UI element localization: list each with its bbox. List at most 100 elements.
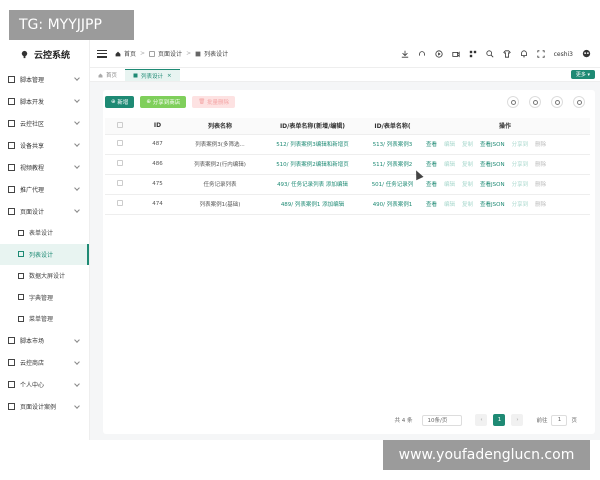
sidebar-subitem-3[interactable]: 字典管理 (0, 287, 89, 309)
cell-id: 486 (135, 154, 180, 175)
close-icon[interactable]: × (167, 73, 172, 79)
list-card: ⊕ 新增 ⊕ 分享到商店 🗑 批量删除 ID 列表名称 ID/表单名称(新增/编… (103, 90, 595, 434)
community-icon (8, 119, 15, 127)
sidebar-item-1[interactable]: 云控商店 (0, 352, 89, 374)
search-icon[interactable] (485, 50, 494, 58)
share-button[interactable]: 分享到 (512, 202, 529, 208)
delete-button[interactable]: 删除 (535, 142, 546, 148)
batch-delete-button[interactable]: 🗑 批量删除 (192, 96, 235, 108)
share-button[interactable]: 分享到 (512, 162, 529, 168)
col-id: ID (135, 118, 180, 135)
view-button[interactable]: 查看 (426, 142, 437, 148)
share-button[interactable]: 分享到 (512, 182, 529, 188)
sidebar-item-3[interactable]: 设备共享 (0, 134, 89, 156)
menu-icon (18, 315, 24, 322)
view-button[interactable]: 查看 (426, 182, 437, 188)
prev-page-button[interactable]: ‹ (475, 414, 488, 426)
header-checkbox[interactable] (105, 118, 135, 135)
delete-button[interactable]: 删除 (535, 202, 546, 208)
page-size-select[interactable]: 10条/页 (422, 414, 463, 426)
video-icon[interactable] (451, 50, 460, 58)
promote-icon (8, 185, 15, 193)
add-button[interactable]: ⊕ 新增 (105, 96, 135, 108)
sidebar-item-4[interactable]: 视频教程 (0, 156, 89, 178)
sidebar-item-1[interactable]: 脚本开发 (0, 90, 89, 112)
goto-input[interactable]: 1 (551, 414, 568, 426)
settings-icon[interactable] (529, 96, 541, 108)
sidebar-item-0[interactable]: 脚本管理 (0, 68, 89, 90)
view-json-button[interactable]: 查看JSON (480, 182, 505, 188)
breadcrumb-home[interactable]: 首页 (124, 49, 136, 58)
row-checkbox[interactable] (105, 154, 135, 175)
cell-form-view: 513/ 列表案例3 (365, 134, 420, 155)
sidebar-item-3[interactable]: 页面设计案例 (0, 396, 89, 418)
search-icon[interactable] (573, 96, 585, 108)
sidebar-subitem-0[interactable]: 表单设计 (0, 222, 89, 244)
edit-button[interactable]: 编辑 (444, 182, 455, 188)
store-icon (8, 359, 15, 366)
tab-bar: 首页 列表设计 × 更多 ▾ (90, 68, 600, 82)
view-button[interactable]: 查看 (426, 202, 437, 208)
sidebar-item-6[interactable]: 页面设计 (0, 200, 89, 222)
tab-home[interactable]: 首页 (90, 69, 125, 81)
view-json-button[interactable]: 查看JSON (480, 162, 505, 168)
refresh-icon[interactable] (507, 96, 519, 108)
headset-icon[interactable] (418, 50, 426, 58)
cell-list-name: 任务记录列表 (180, 174, 260, 195)
copy-button[interactable]: 复制 (462, 202, 473, 208)
next-page-button[interactable]: › (511, 414, 524, 426)
cell-list-name: 列表案例3(多筛选... (180, 134, 260, 155)
copy-button[interactable]: 复制 (462, 182, 473, 188)
sidebar-subitem-2[interactable]: 数据大屏设计 (0, 265, 89, 287)
bell-icon[interactable] (520, 50, 528, 58)
cell-form-edit: 510/ 列表案例2编辑和新增页 (260, 154, 365, 175)
table-row: 487 列表案例3(多筛选... 512/ 列表案例3编辑和新增页 513/ 列表案例… (105, 134, 590, 155)
delete-button[interactable]: 删除 (535, 162, 546, 168)
username[interactable]: ceshi3 (554, 51, 573, 58)
qrcode-icon[interactable] (469, 50, 477, 58)
row-checkbox[interactable] (105, 194, 135, 215)
form-icon (18, 229, 24, 236)
tab-list-design[interactable]: 列表设计 × (125, 69, 180, 81)
chevron-down-icon (74, 141, 80, 147)
app-window: 云控系统 脚本管理 脚本开发 云控社区 设备共享 视频教程 推广代理 页面设计 表单设计 列表… (0, 40, 600, 440)
chevron-down-icon (74, 119, 80, 125)
page-number-current[interactable]: 1 (493, 414, 506, 426)
view-button[interactable]: 查看 (426, 162, 437, 168)
share-button[interactable]: 分享到 (512, 142, 529, 148)
delete-button[interactable]: 删除 (535, 182, 546, 188)
goto-label: 前往 (536, 418, 548, 424)
fullscreen-icon[interactable] (536, 50, 545, 58)
sidebar-label: 推广代理 (20, 186, 45, 194)
sidebar-subitem-1[interactable]: 列表设计 (0, 243, 89, 265)
edit-button[interactable]: 编辑 (444, 142, 455, 148)
sidebar-item-2[interactable]: 个人中心 (0, 374, 89, 396)
avatar[interactable] (581, 49, 592, 60)
copy-button[interactable]: 复制 (462, 142, 473, 148)
watermark-top: TG: MYYJJPP (9, 10, 134, 40)
row-checkbox[interactable] (105, 174, 135, 195)
edit-button[interactable]: 编辑 (444, 202, 455, 208)
sidebar-item-5[interactable]: 推广代理 (0, 178, 89, 200)
sidebar-item-2[interactable]: 云控社区 (0, 112, 89, 134)
sidebar-label: 脚本开发 (20, 98, 45, 106)
shirt-icon[interactable] (502, 50, 511, 58)
download-icon[interactable] (401, 50, 409, 58)
edit-button[interactable]: 编辑 (444, 162, 455, 168)
cell-list-name: 列表案例1(基础) (180, 194, 260, 215)
view-json-button[interactable]: 查看JSON (480, 142, 505, 148)
breadcrumb-page-design[interactable]: 页面设计 (158, 49, 182, 58)
view-json-button[interactable]: 查看JSON (480, 202, 505, 208)
sidebar-label: 菜单管理 (29, 316, 54, 324)
sidebar-item-0[interactable]: 脚本市场 (0, 330, 89, 352)
watermark-bottom: www.youfadenglucn.com (383, 440, 590, 470)
row-checkbox[interactable] (105, 134, 135, 155)
play-icon[interactable] (434, 50, 443, 58)
columns-icon[interactable] (551, 96, 563, 108)
more-button[interactable]: 更多 ▾ (570, 70, 595, 79)
copy-button[interactable]: 复制 (462, 162, 473, 168)
share-to-store-button[interactable]: ⊕ 分享到商店 (140, 96, 187, 108)
hamburger-icon[interactable] (97, 49, 107, 58)
sidebar-subitem-4[interactable]: 菜单管理 (0, 308, 89, 330)
home-icon (98, 73, 103, 77)
